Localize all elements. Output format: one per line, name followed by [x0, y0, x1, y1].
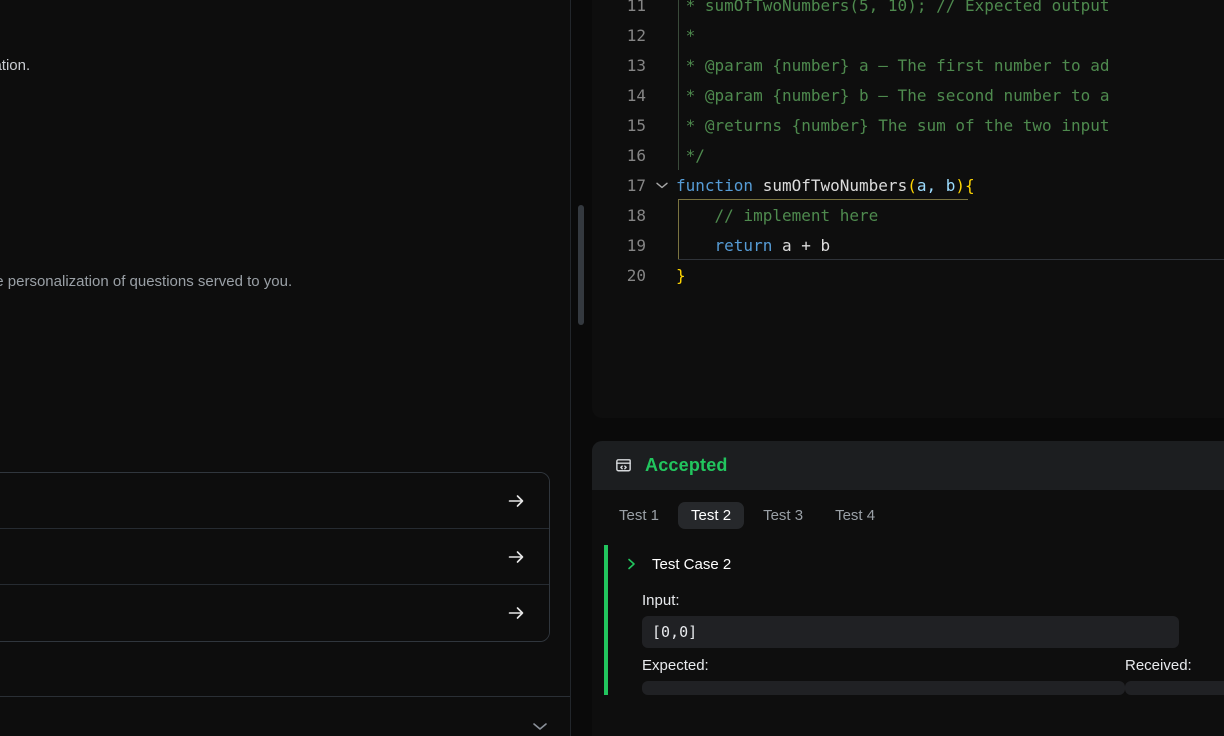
code-line[interactable]: 18 // implement here: [592, 200, 1224, 230]
expected-label: Expected:: [642, 657, 709, 674]
editor-horizontal-scrollbar[interactable]: [592, 381, 1224, 391]
option-list: [0, 472, 550, 642]
code-line-number: 14: [626, 85, 646, 105]
code-line-number: 15: [626, 115, 646, 135]
input-label: Input:: [642, 592, 680, 609]
code-line[interactable]: 19 return a + b: [592, 230, 1224, 260]
tab-test-2[interactable]: Test 2: [678, 502, 745, 529]
code-line-number: 18: [626, 205, 646, 225]
problem-description-text: Provide a detailed explanation.: [0, 57, 31, 74]
input-value: [0,0]: [642, 616, 1179, 648]
tab-test-3[interactable]: Test 3: [750, 502, 816, 529]
code-token-comment: * @returns {number} The sum of the two i…: [676, 115, 1110, 135]
code-line[interactable]: 20}: [592, 260, 1224, 290]
code-token-comment: * @param {number} a — The first number t…: [676, 55, 1110, 75]
code-line-number: 13: [626, 55, 646, 75]
code-token-keyword: return: [714, 235, 773, 255]
test-tab-list: Test 1 Test 2 Test 3 Test 4: [592, 490, 1224, 541]
code-line-text: function sumOfTwoNumbers(a, b){: [672, 176, 1224, 195]
arrow-right-icon[interactable]: [505, 602, 527, 624]
code-token-punct: ){: [955, 175, 975, 195]
list-item[interactable]: [0, 529, 549, 585]
arrow-right-icon[interactable]: [505, 490, 527, 512]
received-value: [1125, 681, 1224, 695]
code-line-text: * @param {number} a — The first number t…: [672, 56, 1224, 75]
code-line[interactable]: 14 * @param {number} b — The second numb…: [592, 80, 1224, 110]
test-case-block: Test Case 2 Input: [0,0] Expected: Recei…: [604, 545, 1224, 695]
test-case-title: Test Case 2: [652, 555, 732, 573]
problem-panel: Provide a detailed explanation. Answerin…: [0, 0, 570, 736]
code-window-icon: [613, 456, 633, 476]
code-token-param: a, b: [916, 175, 956, 195]
comment-indent-guide: [678, 110, 679, 140]
comment-indent-guide: [678, 140, 679, 170]
code-token-plain: a + b: [772, 235, 831, 255]
code-line[interactable]: 17 function sumOfTwoNumbers(a, b){: [592, 170, 1224, 200]
code-line[interactable]: 16 */: [592, 140, 1224, 170]
code-line-number: 11: [626, 0, 646, 15]
code-token-punct: }: [676, 265, 686, 285]
app-screen: Provide a detailed explanation. Answerin…: [0, 0, 1224, 736]
code-line-text: // implement here: [672, 206, 1224, 225]
code-token-comment: * @param {number} b — The second number …: [676, 85, 1110, 105]
code-token-comment: * sumOfTwoNumbers(5, 10); // Expected ou…: [676, 0, 1110, 15]
list-item[interactable]: [0, 585, 549, 641]
expected-column: Expected:: [642, 648, 1125, 695]
code-token-comment: // implement here: [676, 205, 879, 225]
code-line[interactable]: 12 *: [592, 20, 1224, 50]
tab-test-1[interactable]: Test 1: [606, 502, 672, 529]
tab-test-4[interactable]: Test 4: [822, 502, 888, 529]
code-token-comment: */: [676, 145, 705, 165]
code-line[interactable]: 13 * @param {number} a — The first numbe…: [592, 50, 1224, 80]
code-line-text: return a + b: [672, 236, 1224, 255]
received-column: Received:: [1125, 648, 1224, 695]
test-result-panel: Accepted Test 1 Test 2 Test 3 Test 4 Test C…: [592, 441, 1224, 736]
code-line-number: 12: [626, 25, 646, 45]
code-line-text: }: [672, 266, 1224, 285]
code-line-number: 20: [626, 265, 646, 285]
code-line-text: */: [672, 146, 1224, 165]
code-line-text: *: [672, 26, 1224, 45]
chevron-right-icon[interactable]: [626, 557, 638, 571]
bracket-match-guide: [678, 200, 679, 230]
section-divider: [0, 696, 570, 697]
code-token-fn: sumOfTwoNumbers: [762, 175, 908, 195]
panel-divider: [570, 0, 571, 736]
received-label: Received:: [1125, 657, 1192, 674]
code-line-text: * @returns {number} The sum of the two i…: [672, 116, 1224, 135]
chevron-down-icon[interactable]: [652, 181, 672, 190]
comment-indent-guide: [678, 80, 679, 110]
bracket-match-guide: [678, 230, 679, 260]
list-item[interactable]: [0, 473, 549, 529]
comment-indent-guide: [678, 20, 679, 50]
code-line-number: 16: [626, 145, 646, 165]
code-token-punct: (: [907, 175, 917, 195]
expected-value: [642, 681, 1125, 695]
code-editor[interactable]: 10 * sumOfTwoNumbers(3, 7); // Expected …: [592, 0, 1224, 335]
personalization-note-text: Answering this will help us improve the …: [0, 273, 293, 290]
arrow-right-icon[interactable]: [505, 546, 527, 568]
result-status-text: Accepted: [645, 455, 728, 475]
comment-indent-guide: [678, 0, 679, 20]
panel-resize-handle[interactable]: [578, 205, 584, 325]
result-header: Accepted: [592, 441, 1224, 490]
code-line[interactable]: 15 * @returns {number} The sum of the tw…: [592, 110, 1224, 140]
code-line[interactable]: 11 * sumOfTwoNumbers(5, 10); // Expected…: [592, 0, 1224, 20]
code-editor-panel: 10 * sumOfTwoNumbers(3, 7); // Expected …: [592, 0, 1224, 418]
code-line-number: 17: [626, 175, 646, 195]
code-line-text: * @param {number} b — The second number …: [672, 86, 1224, 105]
code-line-number: 19: [626, 235, 646, 255]
chevron-down-icon[interactable]: [530, 720, 550, 732]
code-line-text: * sumOfTwoNumbers(5, 10); // Expected ou…: [672, 0, 1224, 15]
comment-indent-guide: [678, 50, 679, 80]
code-token-keyword: function: [676, 175, 754, 195]
expected-received-grid: Expected: Received:: [642, 648, 1224, 695]
test-case-header[interactable]: Test Case 2: [628, 545, 1224, 583]
